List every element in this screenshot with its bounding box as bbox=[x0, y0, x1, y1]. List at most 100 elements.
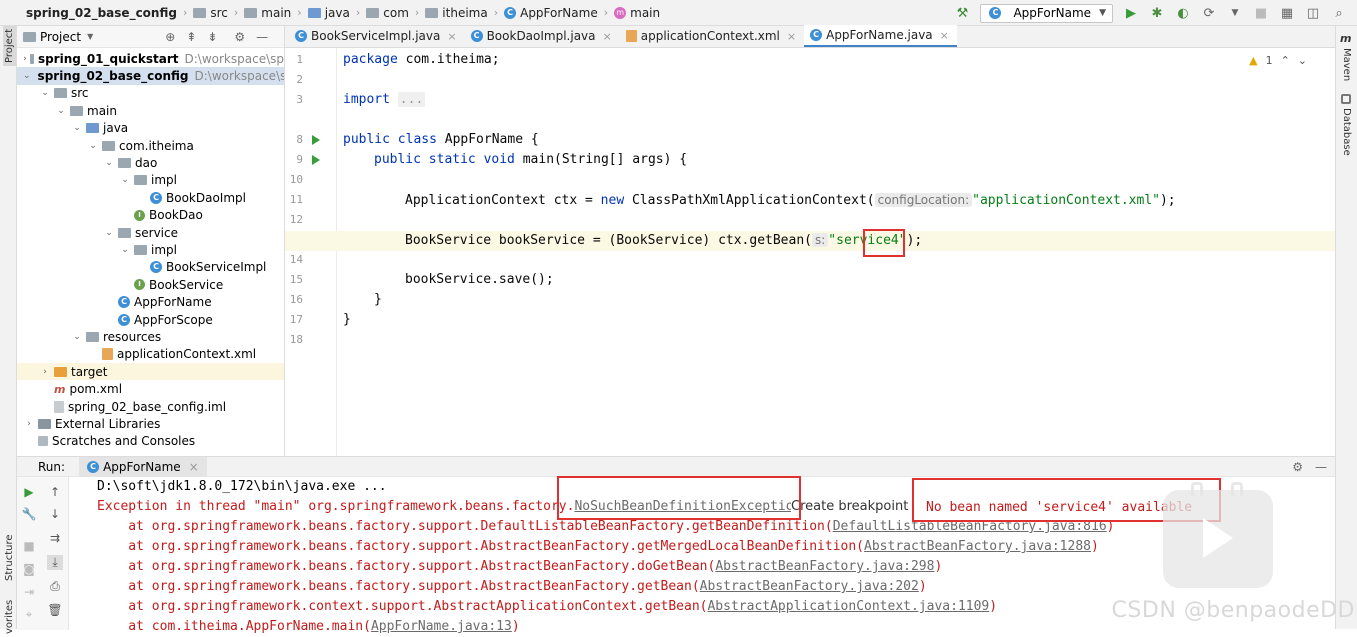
run-gutter-icon[interactable] bbox=[312, 135, 320, 145]
coverage-icon[interactable]: ◐ bbox=[1175, 6, 1191, 21]
run-icon[interactable]: ▶ bbox=[1123, 6, 1139, 21]
minimize-icon[interactable]: — bbox=[1315, 460, 1327, 474]
create-breakpoint-tooltip[interactable]: Create breakpoint bbox=[791, 499, 908, 514]
pin-icon[interactable]: ⌖ bbox=[21, 607, 37, 622]
tree-item[interactable]: CAppForName bbox=[17, 293, 284, 310]
tree-item[interactable]: ›External Libraries bbox=[17, 415, 284, 432]
tab-appforname[interactable]: CAppForName.java× bbox=[804, 25, 957, 47]
chevron-down-icon[interactable]: ⌄ bbox=[23, 71, 31, 81]
maven-tool-tab[interactable]: Maven bbox=[1341, 48, 1352, 81]
tree-item[interactable]: applicationContext.xml bbox=[17, 346, 284, 363]
gear-icon[interactable]: ⚙ bbox=[1292, 460, 1303, 474]
tree-item[interactable]: ⌄src bbox=[17, 85, 284, 102]
tree-item[interactable]: CBookServiceImpl bbox=[17, 259, 284, 276]
trash-icon[interactable]: 🗑 bbox=[47, 603, 63, 617]
close-icon[interactable]: × bbox=[189, 460, 199, 474]
project-panel-title[interactable]: Project bbox=[40, 30, 81, 44]
tree-item[interactable]: ›target bbox=[17, 363, 284, 380]
profile-icon[interactable]: ⟳ bbox=[1201, 6, 1217, 21]
close-icon[interactable]: × bbox=[940, 29, 949, 42]
chevron-down-icon[interactable]: ⌄ bbox=[39, 88, 51, 98]
tab-applicationcontext-xml[interactable]: applicationContext.xml× bbox=[620, 25, 804, 47]
chevron-down-icon[interactable]: ⌄ bbox=[71, 123, 83, 133]
tree-item[interactable]: ⌄spring_02_base_configD:\workspace\s bbox=[17, 67, 284, 84]
chevron-down-icon[interactable]: ⌄ bbox=[55, 106, 67, 116]
maven-icon[interactable]: m bbox=[1340, 32, 1351, 45]
run-gutter-icon[interactable] bbox=[312, 155, 320, 165]
breadcrumb-com[interactable]: com bbox=[366, 6, 409, 20]
database-icon[interactable] bbox=[1341, 94, 1351, 104]
hammer-build-icon[interactable]: ⚒ bbox=[954, 6, 970, 21]
chevron-right-icon[interactable]: › bbox=[23, 419, 35, 429]
tree-item[interactable]: ⌄java bbox=[17, 120, 284, 137]
chevron-right-icon[interactable]: › bbox=[23, 54, 27, 64]
tree-item[interactable]: CBookDaoImpl bbox=[17, 189, 284, 206]
tree-item[interactable]: CAppForScope bbox=[17, 311, 284, 328]
close-icon[interactable]: × bbox=[787, 30, 796, 43]
run-tab[interactable]: CAppForName× bbox=[79, 457, 207, 477]
locate-icon[interactable]: ⊕ bbox=[165, 30, 175, 44]
database-tool-tab[interactable]: Database bbox=[1341, 108, 1352, 156]
close-icon[interactable]: × bbox=[603, 30, 612, 43]
gear-icon[interactable]: ⚙ bbox=[234, 30, 245, 44]
search-icon[interactable]: ⌕ bbox=[1331, 6, 1347, 21]
breadcrumb-java[interactable]: java bbox=[308, 6, 350, 20]
tree-item[interactable]: ⌄main bbox=[17, 102, 284, 119]
chevron-down-icon[interactable]: ⌄ bbox=[119, 245, 131, 255]
tree-item[interactable]: IBookDao bbox=[17, 207, 284, 224]
stop-icon[interactable]: ■ bbox=[1253, 6, 1269, 21]
wrench-icon[interactable]: 🔧 bbox=[21, 507, 37, 521]
breadcrumb-class[interactable]: CAppForName bbox=[504, 6, 598, 20]
run-configuration-select[interactable]: C AppForName ▼ bbox=[980, 4, 1113, 23]
chevron-down-icon[interactable]: ⌄ bbox=[103, 228, 115, 238]
video-play-overlay[interactable] bbox=[1163, 490, 1273, 588]
source-link[interactable]: AbstractBeanFactory.java:298 bbox=[715, 559, 934, 574]
tree-item[interactable]: mpom.xml bbox=[17, 380, 284, 397]
tree-item[interactable]: ›spring_01_quickstartD:\workspace\sp bbox=[17, 50, 284, 67]
camera-icon[interactable]: ◙ bbox=[21, 562, 37, 576]
down-arrow-icon[interactable]: ↓ bbox=[47, 507, 63, 521]
tree-item[interactable]: IBookService bbox=[17, 276, 284, 293]
print-icon[interactable]: ⎙ bbox=[47, 579, 63, 594]
code-content[interactable]: package com.itheima; import ... public c… bbox=[343, 48, 1333, 456]
source-link[interactable]: AbstractBeanFactory.java:202 bbox=[700, 579, 919, 594]
source-link[interactable]: AbstractApplicationContext.java:1109 bbox=[707, 599, 989, 614]
layout-icon[interactable]: ◫ bbox=[1305, 6, 1321, 21]
chevron-down-icon[interactable]: ⌄ bbox=[87, 141, 99, 151]
structure-tool-tab[interactable]: Structure bbox=[4, 534, 15, 581]
tree-item[interactable]: Scratches and Consoles bbox=[17, 433, 284, 450]
breadcrumb-main[interactable]: main bbox=[244, 6, 291, 20]
collapse-all-icon[interactable]: ⇞ bbox=[186, 30, 196, 44]
close-icon[interactable]: × bbox=[447, 30, 456, 43]
tree-item[interactable]: spring_02_base_config.iml bbox=[17, 398, 284, 415]
expand-all-icon[interactable]: ⇟ bbox=[207, 30, 217, 44]
chevron-down-icon[interactable]: ▼ bbox=[87, 32, 93, 41]
minimize-icon[interactable]: — bbox=[256, 30, 268, 44]
breadcrumb-itheima[interactable]: itheima bbox=[425, 6, 487, 20]
up-arrow-icon[interactable]: ↑ bbox=[47, 485, 63, 499]
folded-imports[interactable]: ... bbox=[398, 92, 425, 107]
chevron-down-icon[interactable]: ⌄ bbox=[71, 332, 83, 342]
source-link[interactable]: AppForName.java:13 bbox=[371, 619, 512, 634]
tree-item[interactable]: ⌄com.itheima bbox=[17, 137, 284, 154]
stop-icon[interactable]: ■ bbox=[21, 539, 37, 553]
tree-item[interactable]: ⌄service bbox=[17, 224, 284, 241]
debug-icon[interactable]: ✱ bbox=[1149, 6, 1165, 21]
source-link[interactable]: AbstractBeanFactory.java:1288 bbox=[864, 539, 1091, 554]
project-structure-icon[interactable]: ▦ bbox=[1279, 6, 1295, 21]
soft-wrap-icon[interactable]: ⇉ bbox=[47, 531, 63, 545]
scroll-to-end-icon[interactable]: ⤓ bbox=[47, 555, 63, 570]
breadcrumb-method[interactable]: mmain bbox=[614, 6, 660, 20]
tree-item[interactable]: ⌄impl bbox=[17, 172, 284, 189]
chevron-down-icon[interactable]: ⌄ bbox=[103, 158, 115, 168]
chevron-right-icon[interactable]: › bbox=[39, 367, 51, 377]
chevron-down-icon[interactable]: ⌄ bbox=[119, 175, 131, 185]
tab-bookdaoimpl[interactable]: CBookDaoImpl.java× bbox=[465, 25, 620, 47]
breadcrumb-project[interactable]: spring_02_base_config bbox=[26, 6, 177, 20]
project-tool-tab[interactable]: Project bbox=[3, 26, 16, 66]
rerun-icon[interactable]: ▶ bbox=[21, 485, 37, 499]
tree-item[interactable]: ⌄resources bbox=[17, 328, 284, 345]
breadcrumb-src[interactable]: src bbox=[193, 6, 228, 20]
tree-item[interactable]: ⌄impl bbox=[17, 241, 284, 258]
tab-bookserviceimpl[interactable]: CBookServiceImpl.java× bbox=[289, 25, 465, 47]
